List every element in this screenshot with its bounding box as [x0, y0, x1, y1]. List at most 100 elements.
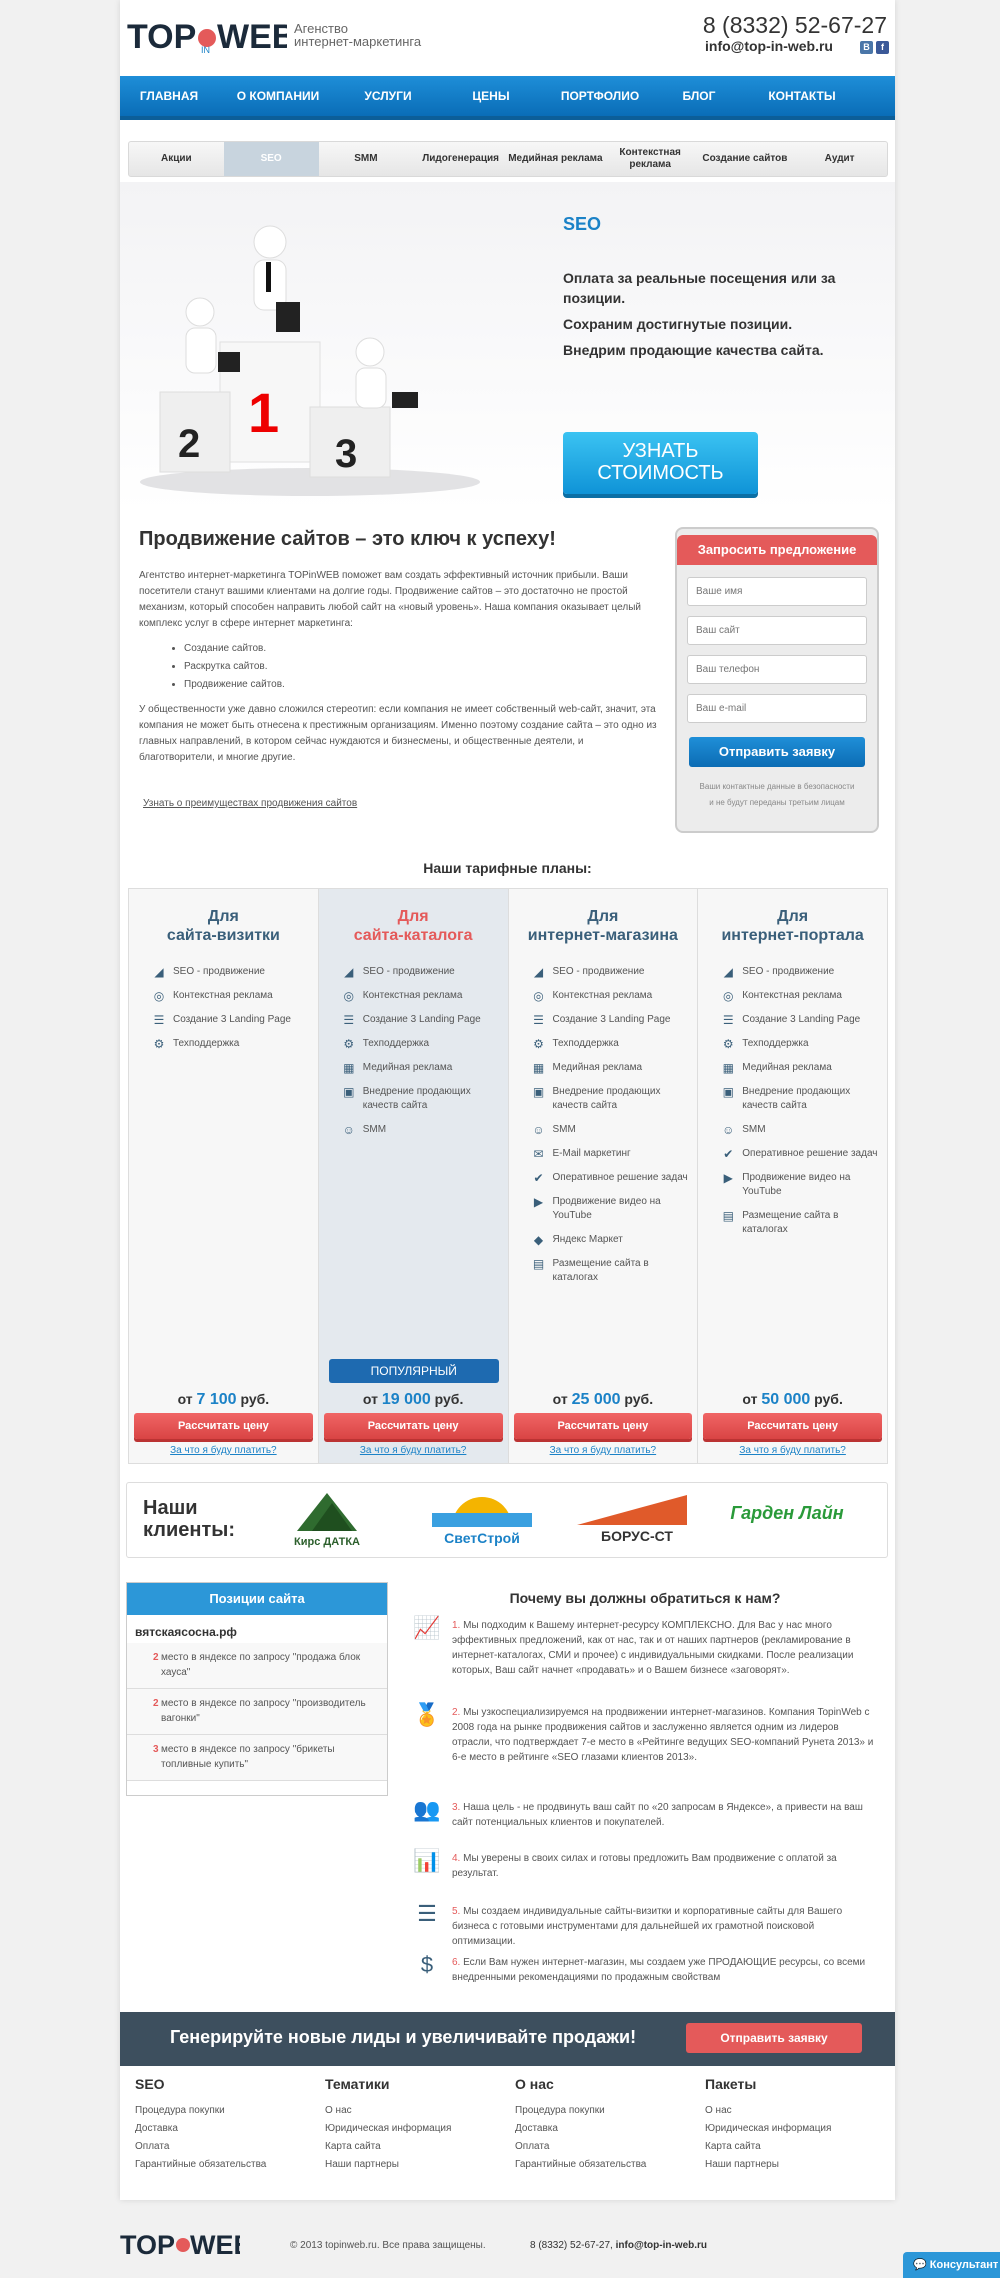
calculate-price-button[interactable]: Рассчитать цену — [323, 1413, 503, 1439]
plan-feature: ▶ Продвижение видео на YouTube — [531, 1195, 691, 1223]
tab-sites[interactable]: Создание сайтов — [698, 142, 793, 176]
footer-link[interactable]: Гарантийные обязательства — [135, 2156, 315, 2174]
list-icon: ☰ — [533, 1013, 544, 1027]
phone-field[interactable] — [687, 655, 867, 684]
logo[interactable]: TOP IN WEB — [127, 14, 287, 56]
bar-chart-icon: 📊 — [413, 1848, 441, 1873]
bar-chart-icon: ◢ — [723, 965, 733, 979]
footer-link[interactable]: О нас — [325, 2102, 505, 2120]
clients-strip: Наши клиенты: Кирс ДАТКА СветСтрой БОРУС… — [126, 1482, 888, 1558]
footer-logo[interactable]: TOP WEB — [120, 2226, 240, 2260]
list-item: Продвижение сайтов. — [184, 676, 659, 694]
footer-link[interactable]: Процедура покупки — [135, 2102, 315, 2120]
email-field[interactable] — [687, 694, 867, 723]
tab-smm[interactable]: SMM — [319, 142, 414, 176]
site-field[interactable] — [687, 616, 867, 645]
plan-feature: ◎ Контекстная реклама — [720, 989, 880, 1003]
calculate-price-button[interactable]: Рассчитать цену — [513, 1413, 693, 1439]
plan-feature: ▤ Размещение сайта в каталогах — [531, 1257, 691, 1285]
price-prefix: от — [552, 1391, 568, 1407]
plan-title-line: сайта-визитки — [166, 927, 280, 944]
reason-item: 🏅 2. Мы узкоспециализируемся на продвиже… — [410, 1704, 880, 1765]
nav-item-blog[interactable]: БЛОГ — [656, 76, 742, 116]
consultant-button[interactable]: 💬 Консультант — [903, 2252, 1000, 2278]
nav-item-portfolio[interactable]: ПОРТФОЛИО — [544, 76, 656, 116]
tab-promo[interactable]: Акции — [129, 142, 224, 176]
footer-link[interactable]: Оплата — [515, 2138, 695, 2156]
plan-feature: ◢ SEO - продвижение — [151, 965, 311, 979]
footer-link[interactable]: Доставка — [515, 2120, 695, 2138]
position-rank: 2 — [153, 1698, 159, 1709]
footer-link[interactable]: Гарантийные обязательства — [515, 2156, 695, 2174]
header-phone[interactable]: 8 (8332) 52-67-27 — [703, 12, 887, 39]
client-logo-borus[interactable]: БОРУС-СТ — [577, 1491, 697, 1551]
nav-item-prices[interactable]: ЦЕНЫ — [438, 76, 544, 116]
nav-item-about[interactable]: О КОМПАНИИ — [218, 76, 338, 116]
tab-seo[interactable]: SEO — [223, 142, 319, 176]
header-email[interactable]: info@top-in-web.ru — [705, 38, 833, 54]
nav-item-contacts[interactable]: КОНТАКТЫ — [742, 76, 862, 116]
what-do-i-pay-link[interactable]: За что я буду платить? — [509, 1445, 698, 1456]
footer-link[interactable]: Карта сайта — [325, 2138, 505, 2156]
price-value: 19 000 — [381, 1391, 431, 1408]
client-logo-svetstroy[interactable]: СветСтрой — [422, 1491, 542, 1557]
position-rank: 2 — [153, 1652, 159, 1663]
tab-audit[interactable]: Аудит — [792, 142, 887, 176]
plan-feature-label: SEO - продвижение — [742, 966, 835, 977]
cta-banner: Генерируйте новые лиды и увеличивайте пр… — [120, 2012, 895, 2066]
plan-price: от 7 100 руб. — [129, 1391, 318, 1409]
services-list: Создание сайтов. Раскрутка сайтов. Продв… — [184, 640, 659, 694]
nav-item-services[interactable]: УСЛУГИ — [338, 76, 438, 116]
footer-email[interactable]: info@top-in-web.ru — [616, 2240, 707, 2251]
svg-text:3: 3 — [335, 432, 357, 476]
footer-link[interactable]: Карта сайта — [705, 2138, 885, 2156]
list-icon: ☰ — [343, 1013, 355, 1027]
plan-title-line: Для — [587, 908, 619, 925]
footer-link[interactable]: Юридическая информация — [325, 2120, 505, 2138]
client-logo-kirs[interactable]: Кирс ДАТКА — [277, 1491, 377, 1551]
calculate-price-button[interactable]: Рассчитать цену — [134, 1413, 313, 1439]
tab-leadgen[interactable]: Лидогенерация — [413, 142, 508, 176]
plan-feature-label: Медийная реклама — [552, 1062, 643, 1073]
what-do-i-pay-link[interactable]: За что я буду платить? — [698, 1445, 887, 1456]
plan-feature: ▦ Медийная реклама — [720, 1061, 880, 1075]
reason-number: 6. — [452, 1957, 461, 1968]
cta-submit-button[interactable]: Отправить заявку — [686, 2023, 862, 2053]
submit-request-button[interactable]: Отправить заявку — [689, 737, 865, 767]
calculate-price-button[interactable]: Рассчитать цену — [703, 1413, 882, 1439]
footer-link[interactable]: Оплата — [135, 2138, 315, 2156]
benefits-link[interactable]: Узнать о преимуществах продвижения сайто… — [143, 798, 357, 809]
footer-phone[interactable]: 8 (8332) 52-67-27, — [530, 2240, 613, 2251]
tab-context[interactable]: Контекстная реклама — [603, 142, 698, 176]
plan-features: ◢ SEO - продвижение ◎ Контекстная реклама ☰ С… — [319, 965, 508, 1137]
footer-link[interactable]: Юридическая информация — [705, 2120, 885, 2138]
plan-feature-label: Контекстная реклама — [362, 990, 463, 1001]
plan-feature-label: Медийная реклама — [362, 1062, 453, 1073]
footer-link[interactable]: Процедура покупки — [515, 2102, 695, 2120]
roof-icon — [577, 1495, 687, 1525]
footer-column-title: SEO — [135, 2076, 165, 2092]
footer-link[interactable]: Доставка — [135, 2120, 315, 2138]
footer-link[interactable]: О нас — [705, 2102, 885, 2120]
svg-text:TOP: TOP — [127, 18, 196, 56]
reason-item: 👥 3. Наша цель - не продвинуть ваш сайт … — [410, 1799, 880, 1830]
facebook-icon[interactable]: f — [876, 41, 889, 54]
footer-link[interactable]: Наши партнеры — [705, 2156, 885, 2174]
plan-feature-label: Техподдержка — [362, 1038, 430, 1049]
nav-item-home[interactable]: ГЛАВНАЯ — [120, 76, 218, 116]
position-item: 3 место в яндексе по запросу "брикеты топ… — [127, 1735, 387, 1781]
plan-feature-label: Размещение сайта в каталогах — [552, 1258, 649, 1283]
tab-media[interactable]: Медийная реклама — [508, 142, 603, 176]
get-price-button[interactable]: УЗНАТЬ СТОИМОСТЬ — [563, 432, 758, 494]
footer-link[interactable]: Наши партнеры — [325, 2156, 505, 2174]
what-do-i-pay-link[interactable]: За что я буду платить? — [129, 1445, 318, 1456]
position-text: место в яндексе по запросу "производител… — [161, 1698, 366, 1724]
plan-feature-label: Внедрение продающих качеств сайта — [362, 1086, 471, 1111]
plan-feature-label: Техподдержка — [552, 1038, 619, 1049]
what-do-i-pay-link[interactable]: За что я буду платить? — [319, 1445, 508, 1456]
name-field[interactable] — [687, 577, 867, 606]
client-logo-garden[interactable]: Гарден Лайн — [727, 1491, 847, 1551]
plan-column: Для интернет-магазина ◢ SEO - продвижение ◎ К… — [508, 889, 699, 1463]
price-prefix: от — [362, 1391, 378, 1407]
vk-icon[interactable]: В — [860, 41, 873, 54]
